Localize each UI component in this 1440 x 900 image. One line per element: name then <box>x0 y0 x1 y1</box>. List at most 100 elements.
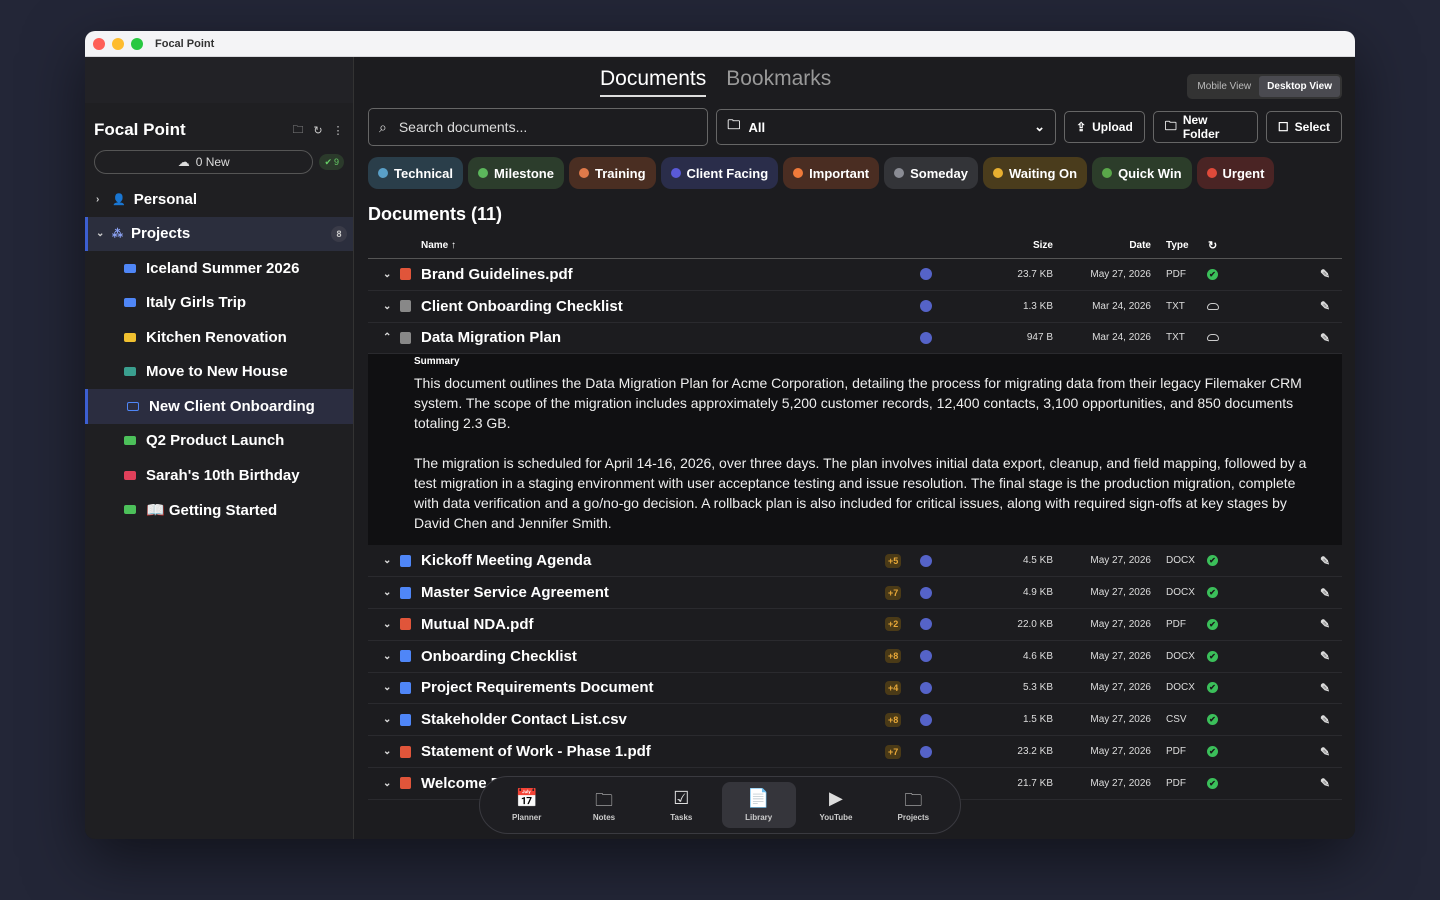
nav-youtube[interactable]: ▶ YouTube <box>799 782 873 828</box>
tab-documents[interactable]: Documents <box>600 67 707 97</box>
table-row[interactable]: ⌄ Client Onboarding Checklist 1.3 KB Mar 24… <box>368 291 1342 323</box>
close-window-button[interactable] <box>93 37 105 50</box>
tag-filter-chip[interactable]: Waiting On <box>982 157 1088 189</box>
chevron-down-icon[interactable]: ⌄ <box>383 682 391 693</box>
edit-pencil-icon[interactable]: ✎ <box>1320 267 1330 281</box>
color-dot[interactable] <box>920 681 932 694</box>
sync-column-icon[interactable]: ↻ <box>1208 239 1217 252</box>
file-name[interactable]: Statement of Work - Phase 1.pdf <box>421 743 651 760</box>
table-row[interactable]: ⌄ Statement of Work - Phase 1.pdf +7 23.2 K… <box>368 736 1342 768</box>
tag-filter-chip[interactable]: Someday <box>884 157 978 189</box>
sidebar-item-project[interactable]: Q2 Product Launch <box>85 424 353 459</box>
edit-pencil-icon[interactable]: ✎ <box>1320 649 1330 663</box>
more-menu-icon[interactable]: ⋮ <box>332 124 344 137</box>
color-dot[interactable] <box>920 586 932 599</box>
tag-filter-chip[interactable]: Training <box>568 157 656 189</box>
chevron-down-icon[interactable]: ⌄ <box>383 778 391 789</box>
tag-filter-chip[interactable]: Technical <box>368 157 464 189</box>
tag-filter-chip[interactable]: Important <box>783 157 880 189</box>
tag-filter-chip[interactable]: Urgent <box>1196 157 1275 189</box>
file-name[interactable]: Kickoff Meeting Agenda <box>421 552 591 569</box>
chevron-up-icon[interactable]: ⌃ <box>383 332 391 343</box>
column-date[interactable]: Date <box>1129 240 1151 251</box>
edit-pencil-icon[interactable]: ✎ <box>1320 745 1330 759</box>
sidebar-item-project[interactable]: Sarah's 10th Birthday <box>85 458 353 493</box>
sync-button[interactable]: ☁ 0 New <box>94 150 314 174</box>
edit-pencil-icon[interactable]: ✎ <box>1320 776 1330 790</box>
edit-pencil-icon[interactable]: ✎ <box>1320 554 1330 568</box>
nav-library[interactable]: 📄 Library <box>721 782 796 828</box>
chevron-down-icon[interactable]: ⌄ <box>383 651 391 662</box>
minimize-window-button[interactable] <box>112 37 124 50</box>
sidebar-item-project[interactable]: Move to New House <box>85 355 353 390</box>
sidebar-item-project[interactable]: 📖 Getting Started <box>85 493 353 528</box>
zoom-window-button[interactable] <box>131 37 143 50</box>
nav-planner[interactable]: 📅 Planner <box>490 782 564 828</box>
edit-pencil-icon[interactable]: ✎ <box>1320 681 1330 695</box>
table-row[interactable]: ⌄ Brand Guidelines.pdf 23.7 KB May 27, 2026… <box>368 259 1342 291</box>
sidebar-item-project[interactable]: New Client Onboarding <box>85 389 353 424</box>
column-size[interactable]: Size <box>1033 240 1053 251</box>
sidebar-item-project[interactable]: Italy Girls Trip <box>85 286 353 321</box>
color-dot[interactable] <box>920 745 932 758</box>
color-dot[interactable] <box>920 618 932 631</box>
tag-filter-chip[interactable]: Milestone <box>468 157 564 189</box>
color-dot[interactable] <box>920 554 932 567</box>
file-name[interactable]: Data Migration Plan <box>421 329 561 346</box>
nav-projects[interactable]: 🗀 Projects <box>876 782 950 828</box>
new-folder-icon[interactable]: 🗀 <box>292 124 304 136</box>
mobile-view-button[interactable]: Mobile View <box>1189 76 1259 97</box>
file-name[interactable]: Client Onboarding Checklist <box>421 298 623 315</box>
table-row[interactable]: ⌄ Project Requirements Document +4 5.3 KB Ma… <box>368 673 1342 705</box>
tag-filter-chip[interactable]: Client Facing <box>660 157 779 189</box>
file-name[interactable]: Onboarding Checklist <box>421 648 577 665</box>
edit-pencil-icon[interactable]: ✎ <box>1320 586 1330 600</box>
tag-filter-chip[interactable]: Quick Win <box>1092 157 1192 189</box>
refresh-icon[interactable]: ↻ <box>312 124 324 137</box>
chevron-right-icon[interactable]: › <box>96 194 110 205</box>
table-row[interactable]: ⌄ Mutual NDA.pdf +2 22.0 KB May 27, 2026 PDF ✔… <box>368 609 1342 641</box>
column-type[interactable]: Type <box>1166 240 1189 251</box>
chevron-down-icon[interactable]: ⌄ <box>383 746 391 757</box>
table-row[interactable]: ⌄ Onboarding Checklist +8 4.6 KB May 27, 202… <box>368 641 1342 673</box>
upload-button[interactable]: ⇪ Upload <box>1064 111 1145 143</box>
file-name[interactable]: Stakeholder Contact List.csv <box>421 711 627 728</box>
edit-pencil-icon[interactable]: ✎ <box>1320 331 1330 345</box>
color-dot[interactable] <box>920 650 932 663</box>
folder-filter-select[interactable]: 🗀 All ⌄ <box>716 109 1057 145</box>
table-row[interactable]: ⌃ Data Migration Plan 947 B Mar 24, 2026 TXT… <box>368 323 1342 355</box>
chevron-down-icon[interactable]: ⌄ <box>383 587 391 598</box>
color-dot[interactable] <box>920 713 932 726</box>
table-row[interactable]: ⌄ Kickoff Meeting Agenda +5 4.5 KB May 27, 2… <box>368 545 1342 578</box>
new-folder-button[interactable]: 🗀 New Folder <box>1152 111 1258 143</box>
nav-notes[interactable]: 🗀 Notes <box>567 782 641 828</box>
color-dot[interactable] <box>920 300 932 313</box>
edit-pencil-icon[interactable]: ✎ <box>1320 713 1330 727</box>
table-row[interactable]: ⌄ Master Service Agreement +7 4.9 KB May 27,… <box>368 577 1342 609</box>
chevron-down-icon[interactable]: ⌄ <box>383 301 391 312</box>
edit-pencil-icon[interactable]: ✎ <box>1320 299 1330 313</box>
chevron-down-icon[interactable]: ⌄ <box>383 619 391 630</box>
color-dot[interactable] <box>920 331 932 344</box>
chevron-down-icon[interactable]: ⌄ <box>383 714 391 725</box>
file-name[interactable]: Mutual NDA.pdf <box>421 616 533 633</box>
file-name[interactable]: Brand Guidelines.pdf <box>421 266 573 283</box>
desktop-view-button[interactable]: Desktop View <box>1259 76 1340 97</box>
chevron-down-icon[interactable]: ⌄ <box>383 555 391 566</box>
file-name[interactable]: Master Service Agreement <box>421 584 609 601</box>
column-name[interactable]: Name ↑ <box>421 240 456 251</box>
sidebar-item-projects[interactable]: ⌄ ⁂ Projects 8 <box>85 216 353 251</box>
nav-tasks[interactable]: ☑ Tasks <box>644 782 718 828</box>
select-button[interactable]: ☐ Select <box>1265 111 1342 143</box>
chevron-down-icon[interactable]: ⌄ <box>96 228 110 239</box>
sidebar-item-personal[interactable]: › 👤 Personal <box>85 182 353 217</box>
color-dot[interactable] <box>920 268 932 281</box>
search-input[interactable] <box>398 119 689 135</box>
chevron-down-icon[interactable]: ⌄ <box>383 269 391 280</box>
sidebar-item-project[interactable]: Kitchen Renovation <box>85 320 353 355</box>
table-row[interactable]: ⌄ Stakeholder Contact List.csv +8 1.5 KB May… <box>368 704 1342 737</box>
file-name[interactable]: Project Requirements Document <box>421 679 654 696</box>
edit-pencil-icon[interactable]: ✎ <box>1320 617 1330 631</box>
sidebar-item-project[interactable]: Iceland Summer 2026 <box>85 251 353 286</box>
tab-bookmarks[interactable]: Bookmarks <box>726 67 831 97</box>
